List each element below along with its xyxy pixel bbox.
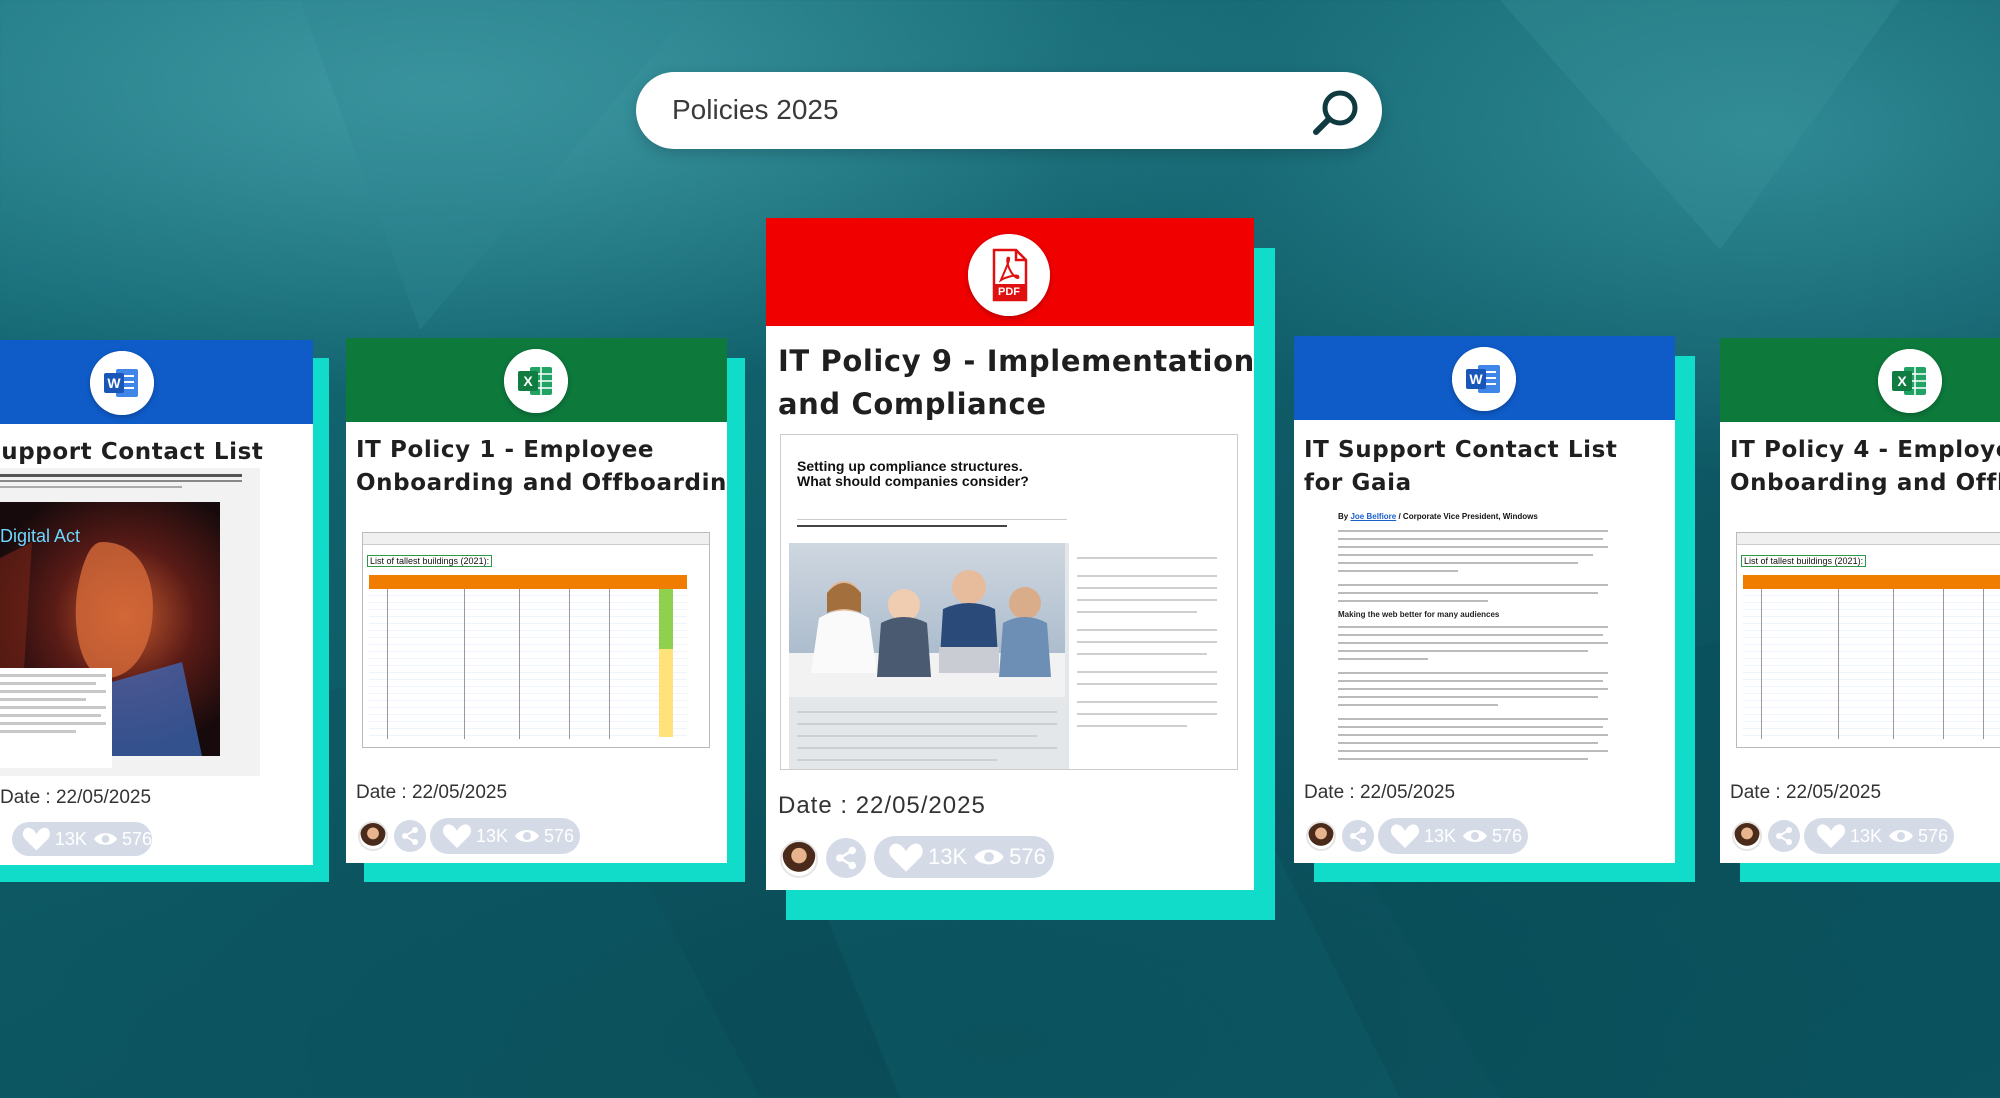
share-icon	[1776, 827, 1792, 845]
spreadsheet-preview: List of tallest buildings (2021):	[362, 532, 710, 748]
avatar[interactable]	[1732, 821, 1762, 851]
card-title-line: IT Support Contact List	[1304, 437, 1618, 463]
views-count: 576	[544, 825, 575, 846]
svg-text:X: X	[1897, 373, 1907, 389]
eye-icon	[974, 849, 1004, 865]
card-title-line: IT Policy 1 - Employee	[356, 437, 655, 463]
search-icon[interactable]	[1306, 82, 1366, 142]
document-card[interactable]: X IT Policy 1 - Employee Onboarding and …	[346, 338, 727, 863]
stats-pill: 13K 576	[12, 822, 152, 856]
preview-text: Digital Act	[0, 526, 81, 546]
heart-icon[interactable]	[1390, 823, 1420, 849]
card-date: Date : 22/05/2025	[778, 792, 986, 819]
likes-count: 13K	[476, 825, 509, 846]
word-icon: W	[90, 351, 154, 415]
views-count: 576	[1009, 844, 1046, 869]
avatar[interactable]	[780, 840, 818, 878]
heart-icon[interactable]	[442, 823, 472, 849]
byline-author[interactable]: Joe Belfiore	[1350, 512, 1396, 521]
word-icon: W	[1452, 347, 1516, 411]
heart-icon[interactable]	[888, 842, 924, 873]
share-button[interactable]	[1768, 820, 1800, 852]
eye-icon	[93, 833, 117, 845]
document-card[interactable]: W IT Support Contact List Digital Act Da…	[0, 340, 313, 865]
card-title-line: and Compliance	[778, 387, 1047, 421]
likes-count: 13K	[54, 828, 87, 849]
sheet-title: List of tallest buildings (2021):	[1741, 555, 1867, 567]
card-title-line: IT Policy 4 - Employee	[1730, 437, 2000, 463]
likes-count: 13K	[1850, 825, 1883, 846]
stats-pill: 13K 576	[1804, 818, 1954, 854]
stats-pill: 13K 576	[430, 818, 580, 854]
share-icon	[402, 827, 418, 845]
document-card-featured[interactable]: PDF IT Policy 9 - Implementation and Com…	[766, 218, 1254, 890]
views-count: 576	[1918, 825, 1949, 846]
excel-icon: X	[1878, 349, 1942, 413]
pdf-icon	[968, 234, 1050, 316]
card-date: Date : 22/05/2025	[356, 782, 508, 803]
views-count: 576	[1492, 825, 1523, 846]
byline-role: / Corporate Vice President, Windows	[1396, 512, 1538, 521]
document-preview: Digital Act	[0, 468, 260, 776]
likes-count: 13K	[928, 844, 968, 869]
stats-pill: 13K 576	[874, 836, 1054, 878]
document-card[interactable]: X IT Policy 4 - Employee Onboarding and …	[1720, 338, 2000, 863]
share-button[interactable]	[394, 820, 426, 852]
card-title-line: Onboarding and Offboarding	[356, 470, 727, 496]
share-button[interactable]	[1342, 820, 1374, 852]
document-preview: By Joe Belfiore / Corporate Vice Preside…	[1338, 512, 1628, 772]
card-date: Date : 22/05/2025	[1730, 782, 1882, 803]
pdf-label: PDF	[998, 286, 1020, 298]
document-card[interactable]: W IT Support Contact List for Gaia By Jo…	[1294, 336, 1675, 863]
card-title-line: for Gaia	[1304, 470, 1412, 496]
share-icon	[836, 846, 856, 870]
share-button[interactable]	[826, 838, 866, 878]
eye-icon	[515, 830, 540, 842]
card-title-line: IT Policy 9 - Implementation	[778, 344, 1254, 378]
doc-subhead: Making the web better for many audiences	[1338, 610, 1500, 619]
likes-count: 13K	[1424, 825, 1457, 846]
card-title-line: Onboarding and Offboarding	[1730, 470, 2000, 496]
document-preview: Setting up compliance structures. What s…	[780, 434, 1238, 770]
meeting-photo	[789, 543, 1065, 697]
excel-icon: X	[504, 349, 568, 413]
card-date: Date : 22/05/2025	[1304, 782, 1456, 803]
card-date: Date : 22/05/2025	[0, 787, 152, 808]
views-count: 576	[121, 828, 152, 849]
avatar[interactable]	[358, 821, 388, 851]
svg-text:W: W	[107, 375, 121, 391]
svg-text:W: W	[1469, 371, 1483, 387]
heart-icon[interactable]	[22, 826, 51, 852]
svg-text:X: X	[523, 373, 533, 389]
stats-pill: 13K 576	[1378, 818, 1528, 854]
heart-icon[interactable]	[1816, 823, 1846, 849]
eye-icon	[1463, 830, 1488, 842]
search-input[interactable]	[672, 90, 1252, 130]
search-bar	[636, 72, 1382, 149]
eye-icon	[1889, 830, 1914, 842]
sheet-title: List of tallest buildings (2021):	[367, 555, 493, 567]
card-title: IT Support Contact List	[0, 439, 264, 465]
spreadsheet-preview: List of tallest buildings (2021):	[1736, 532, 2000, 748]
doc-heading: Setting up compliance structures. What s…	[797, 458, 1029, 489]
card-header-word	[0, 340, 313, 424]
share-icon	[1350, 827, 1366, 845]
card-header-excel	[1720, 338, 2000, 422]
avatar[interactable]	[1306, 821, 1336, 851]
